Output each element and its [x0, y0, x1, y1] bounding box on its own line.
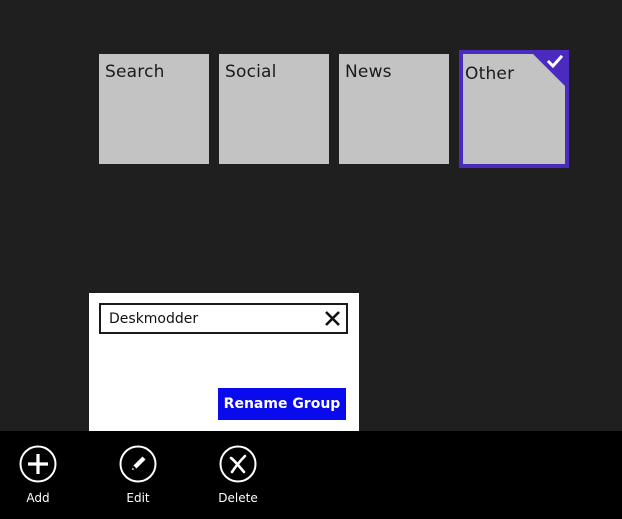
- tile-news[interactable]: News: [339, 54, 449, 164]
- delete-button[interactable]: Delete: [208, 445, 268, 511]
- edit-label: Edit: [126, 491, 150, 505]
- delete-icon: [219, 445, 257, 483]
- checkmark-icon: [546, 54, 564, 69]
- tile-label: Social: [225, 62, 277, 82]
- rename-group-button[interactable]: Rename Group: [218, 388, 346, 420]
- tile-label: Other: [465, 64, 515, 84]
- app-bar: Add Edit Delete: [0, 431, 622, 519]
- rename-group-flyout: Rename Group: [89, 293, 359, 433]
- add-button[interactable]: Add: [8, 445, 68, 511]
- tile-other-selected[interactable]: Other: [459, 50, 569, 168]
- tile-social[interactable]: Social: [219, 54, 329, 164]
- group-name-field[interactable]: [99, 303, 348, 334]
- pencil-icon: [119, 445, 157, 483]
- add-icon: [19, 445, 57, 483]
- tile-label: Search: [105, 62, 165, 82]
- edit-button[interactable]: Edit: [108, 445, 168, 511]
- delete-label: Delete: [218, 491, 258, 505]
- group-name-input[interactable]: [109, 305, 314, 332]
- add-label: Add: [26, 491, 50, 505]
- tile-label: News: [345, 62, 392, 82]
- close-icon[interactable]: [324, 310, 341, 327]
- tile-search[interactable]: Search: [99, 54, 209, 164]
